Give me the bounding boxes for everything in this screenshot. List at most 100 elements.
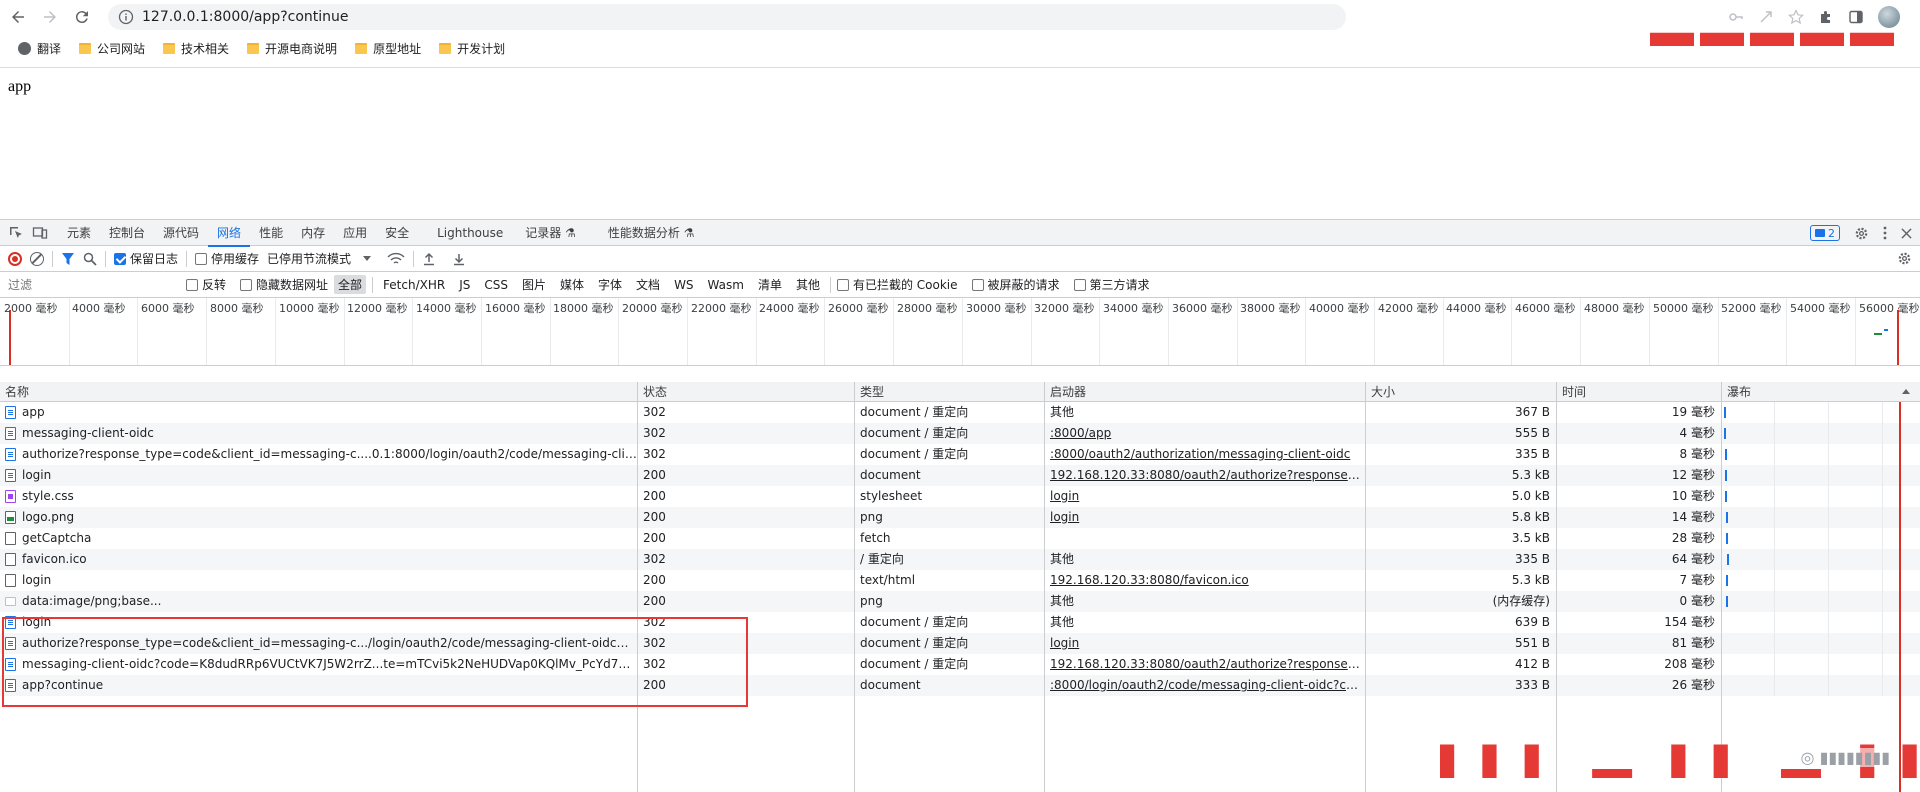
close-icon[interactable] — [1901, 227, 1912, 239]
address-bar[interactable]: 127.0.0.1:8000/app?continue — [108, 4, 1346, 30]
table-row[interactable]: messaging-client-oidc?code=K8dudRRp6VUCt… — [0, 654, 1920, 675]
column-header-type[interactable]: 类型 — [855, 382, 1045, 401]
table-row[interactable]: authorize?response_type=code&client_id=m… — [0, 633, 1920, 654]
column-header-status[interactable]: 状态 — [638, 382, 855, 401]
upload-icon[interactable] — [422, 252, 436, 266]
table-row[interactable]: login 200 text/html 192.168.120.33:8080/fav… — [0, 570, 1920, 591]
filter-icon[interactable] — [61, 252, 75, 266]
table-row[interactable]: authorize?response_type=code&client_id=m… — [0, 444, 1920, 465]
type-filter-media[interactable]: 媒体 — [556, 275, 588, 294]
tab-performance-insights[interactable]: 性能数据分析 ⚗ — [599, 220, 704, 246]
request-name-cell[interactable]: logo.png — [0, 507, 638, 528]
tab-recorder[interactable]: 记录器 ⚗ — [516, 220, 585, 246]
request-name-cell[interactable]: favicon.ico — [0, 549, 638, 570]
column-header-size[interactable]: 大小 — [1366, 382, 1557, 401]
type-filter-other[interactable]: 其他 — [792, 275, 824, 294]
initiator-link[interactable]: login — [1050, 636, 1079, 650]
initiator-link[interactable]: :8000/login/oauth2/code/messaging-client… — [1050, 678, 1365, 692]
bookmark-item[interactable]: 开源电商说明 — [241, 38, 343, 59]
wifi-settings-icon[interactable] — [387, 252, 405, 266]
back-button[interactable] — [4, 3, 32, 31]
checkbox-box[interactable] — [195, 252, 208, 265]
third-party-checkbox[interactable]: 第三方请求 — [1073, 276, 1150, 293]
table-row[interactable]: style.css 200 stylesheet login 5.0 kB 10 毫秒 — [0, 486, 1920, 507]
checkbox-box[interactable] — [971, 278, 984, 291]
table-row[interactable]: favicon.ico 302/ 重定向 其他 335 B 64 毫秒 — [0, 549, 1920, 570]
column-header-initiator[interactable]: 启动器 — [1045, 382, 1366, 401]
record-icon[interactable] — [8, 251, 22, 266]
type-filter-wasm[interactable]: Wasm — [704, 277, 748, 293]
table-row[interactable]: login 200 document 192.168.120.33:8080/oaut… — [0, 465, 1920, 486]
checkbox-box[interactable] — [114, 252, 126, 265]
puzzle-icon[interactable] — [1818, 9, 1834, 25]
request-name-cell[interactable]: app — [0, 402, 638, 423]
type-filter-font[interactable]: 字体 — [594, 275, 626, 294]
type-filter-all[interactable]: 全部 — [334, 275, 367, 294]
key-icon[interactable] — [1728, 9, 1744, 25]
tab-performance[interactable]: 性能 — [250, 220, 292, 246]
column-header-name[interactable]: 名称 — [0, 382, 638, 401]
request-name-cell[interactable]: authorize?response_type=code&client_id=m… — [0, 444, 638, 465]
bookmark-item[interactable]: 开发计划 — [433, 38, 511, 59]
checkbox-box[interactable] — [836, 278, 849, 291]
type-filter-manifest[interactable]: 清单 — [754, 275, 786, 294]
type-filter-img[interactable]: 图片 — [518, 275, 550, 294]
request-name-cell[interactable]: authorize?response_type=code&client_id=m… — [0, 633, 638, 654]
preserve-log-checkbox[interactable]: 保留日志 — [114, 250, 178, 267]
tab-elements[interactable]: 元素 — [58, 220, 100, 246]
request-name-cell[interactable]: getCaptcha — [0, 528, 638, 549]
blocked-cookies-checkbox[interactable]: 有已拦截的 Cookie — [836, 276, 958, 293]
initiator-link[interactable]: :8000/oauth2/authorization/messaging-cli… — [1050, 447, 1350, 461]
initiator-link[interactable]: login — [1050, 489, 1079, 503]
gear-icon[interactable] — [1854, 226, 1869, 241]
bookmark-item[interactable]: 原型地址 — [349, 38, 427, 59]
checkbox-box[interactable] — [240, 278, 253, 291]
request-name-cell[interactable]: login — [0, 570, 638, 591]
table-row[interactable]: app?continue 200 document:8000/login/oauth… — [0, 675, 1920, 696]
timeline-overview[interactable]: 2000 毫秒 4000 毫秒 6000 毫秒 8000 毫秒 10000 毫秒 1200… — [0, 298, 1920, 366]
table-row[interactable]: app 302 document / 重定向 其他 367 B 19 毫秒 — [0, 402, 1920, 423]
type-filter-doc[interactable]: 文档 — [632, 275, 664, 294]
initiator-link[interactable]: 192.168.120.33:8080/oauth2/authorize?res… — [1050, 468, 1365, 482]
tab-console[interactable]: 控制台 — [100, 220, 154, 246]
table-row[interactable]: logo.png 200 png login 5.8 kB 14 毫秒 — [0, 507, 1920, 528]
initiator-link[interactable]: :8000/app — [1050, 426, 1111, 440]
request-name-cell[interactable]: app?continue — [0, 675, 638, 696]
tab-lighthouse[interactable]: Lighthouse — [428, 220, 512, 246]
checkbox-box[interactable] — [1073, 278, 1086, 291]
issues-badge[interactable]: 2 — [1810, 225, 1840, 241]
initiator-link[interactable]: 192.168.120.33:8080/favicon.ico — [1050, 573, 1249, 587]
reload-button[interactable] — [68, 3, 96, 31]
bookmark-item[interactable]: 翻译 — [12, 38, 67, 59]
download-icon[interactable] — [452, 252, 466, 266]
request-name-cell[interactable]: login — [0, 465, 638, 486]
gear-icon[interactable] — [1897, 251, 1912, 266]
column-header-waterfall[interactable]: 瀑布 — [1722, 382, 1920, 401]
filter-input[interactable] — [6, 274, 166, 295]
initiator-link[interactable]: 192.168.120.33:8080/oauth2/authorize?res… — [1050, 657, 1365, 671]
type-filter-ws[interactable]: WS — [670, 277, 697, 293]
table-row[interactable]: getCaptcha 200 fetch 3.5 kB 28 毫秒 — [0, 528, 1920, 549]
request-name-cell[interactable]: messaging-client-oidc?code=K8dudRRp6VUCt… — [0, 654, 638, 675]
type-filter-js[interactable]: JS — [455, 277, 474, 293]
initiator-link[interactable]: login — [1050, 510, 1079, 524]
tab-sources[interactable]: 源代码 — [154, 220, 208, 246]
more-vert-icon[interactable] — [1883, 226, 1887, 240]
disable-cache-checkbox[interactable]: 停用缓存 — [195, 250, 259, 267]
invert-checkbox[interactable]: 反转 — [186, 276, 226, 293]
search-icon[interactable] — [83, 252, 97, 266]
hide-data-urls-checkbox[interactable]: 隐藏数据网址 — [240, 276, 328, 293]
type-filter-css[interactable]: CSS — [480, 277, 512, 293]
table-row[interactable]: login 302 document / 重定向 其他 639 B 154 毫秒 — [0, 612, 1920, 633]
device-toggle-icon[interactable] — [32, 225, 48, 241]
profile-avatar[interactable] — [1878, 6, 1900, 28]
checkbox-box[interactable] — [186, 278, 198, 291]
star-icon[interactable] — [1788, 9, 1804, 25]
side-panel-icon[interactable] — [1848, 9, 1864, 25]
table-row[interactable]: messaging-client-oidc 302 document / 重定向:8… — [0, 423, 1920, 444]
inspect-element-icon[interactable] — [8, 225, 24, 241]
request-name-cell[interactable]: data:image/png;base... — [0, 591, 638, 612]
tab-security[interactable]: 安全 — [376, 220, 418, 246]
clear-icon[interactable] — [30, 251, 44, 266]
throttle-select[interactable]: 已停用节流模式 — [267, 250, 372, 267]
